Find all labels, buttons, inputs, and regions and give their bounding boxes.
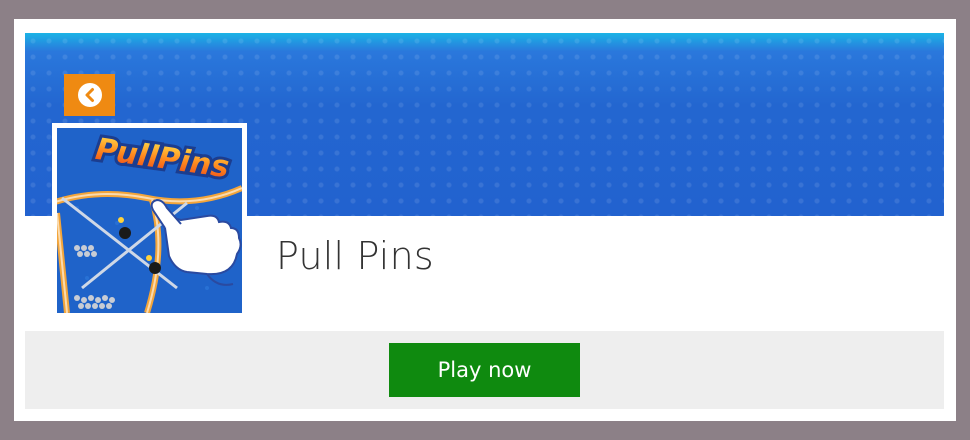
game-thumbnail-frame: PullPins PullPins xyxy=(52,123,247,315)
game-title: Pull Pins xyxy=(276,234,434,278)
game-thumbnail[interactable]: PullPins PullPins xyxy=(57,128,242,313)
back-button[interactable] xyxy=(64,74,115,116)
action-bar: Play now xyxy=(25,331,944,409)
game-card: PullPins PullPins Pull Pins Play now xyxy=(14,19,956,421)
play-now-button[interactable]: Play now xyxy=(389,343,580,397)
chevron-left-circle-icon xyxy=(77,83,102,107)
